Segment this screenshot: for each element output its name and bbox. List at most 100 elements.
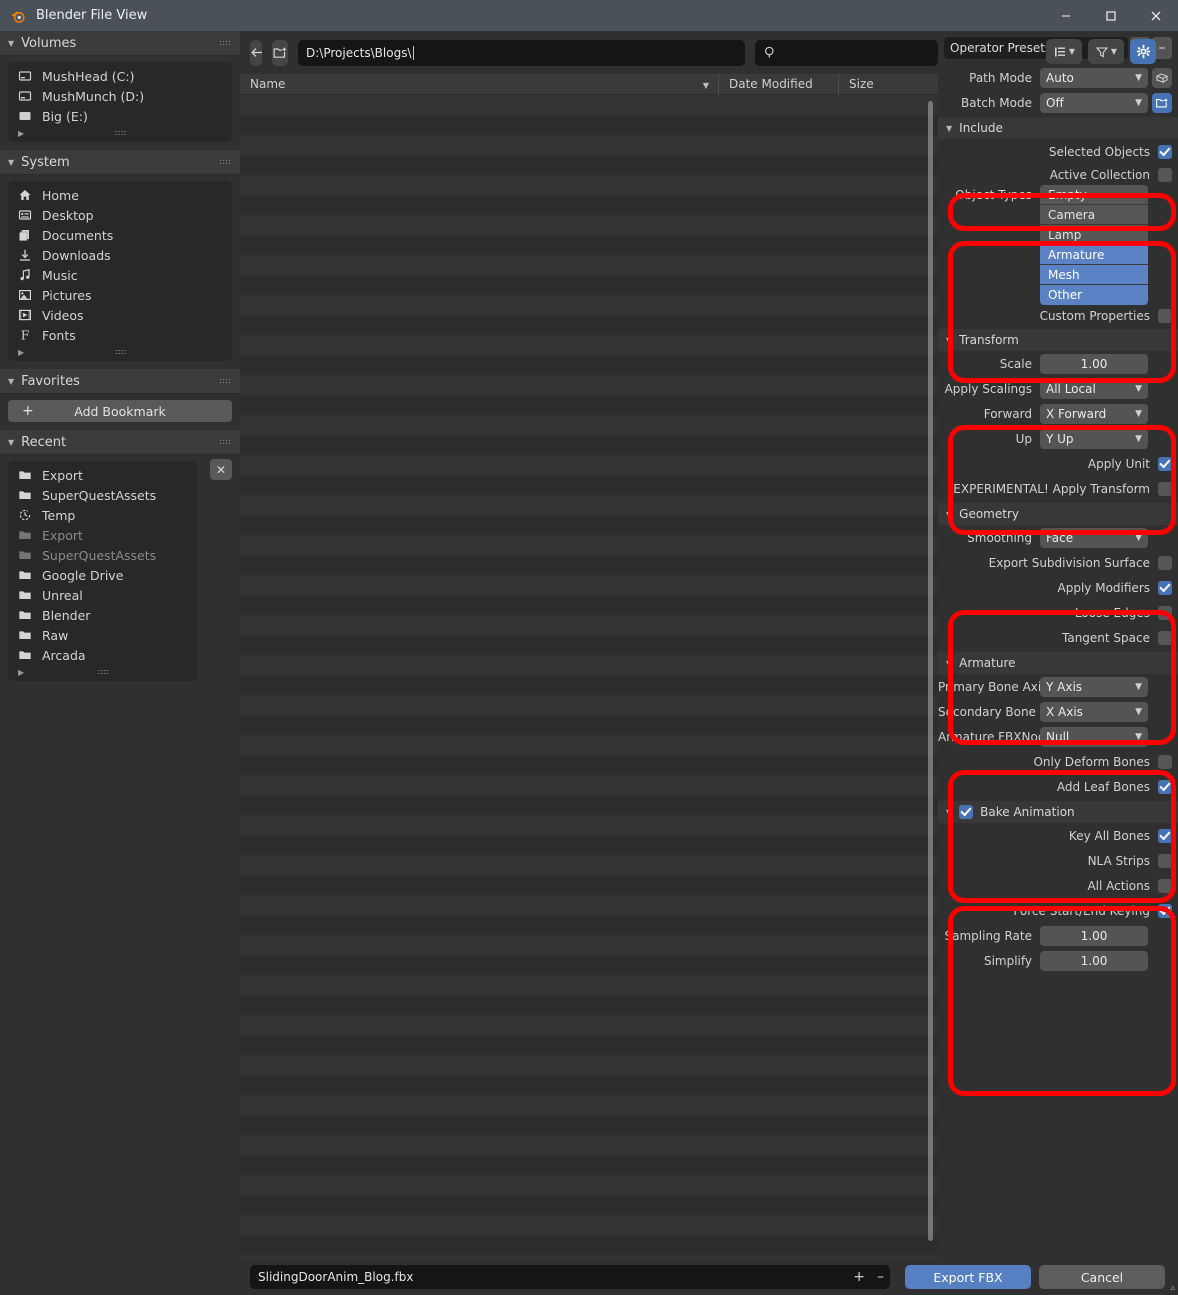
section-header-armature[interactable]: ▼ Armature <box>938 652 1178 674</box>
active-collection-checkbox[interactable] <box>1158 167 1172 182</box>
drag-grip-icon[interactable] <box>219 439 230 446</box>
table-row[interactable] <box>240 1055 938 1075</box>
back-button[interactable] <box>250 39 262 66</box>
window-resize-grip-icon[interactable]: ▵ <box>1170 1283 1175 1293</box>
table-row[interactable] <box>240 1075 938 1095</box>
sidebar-item-documents[interactable]: Documents <box>8 225 232 245</box>
filename-input[interactable]: SlidingDoorAnim_Blog.fbx + – <box>250 1265 890 1289</box>
resize-grip-icon[interactable] <box>97 669 109 676</box>
object-type-mesh[interactable]: Mesh <box>1040 265 1148 285</box>
table-row[interactable] <box>240 835 938 855</box>
tangent-space-checkbox[interactable] <box>1158 630 1172 645</box>
table-row[interactable] <box>240 135 938 155</box>
file-list[interactable] <box>240 95 938 1259</box>
scale-value-field[interactable]: 1.00 <box>1040 353 1148 374</box>
table-row[interactable] <box>240 215 938 235</box>
table-row[interactable] <box>240 235 938 255</box>
batch-mode-dropdown[interactable]: Off ▼ <box>1040 92 1148 113</box>
list-item[interactable]: Google Drive <box>8 565 198 585</box>
table-row[interactable] <box>240 895 938 915</box>
only-deform-bones-checkbox[interactable] <box>1158 754 1172 769</box>
sidebar-section-volumes-header[interactable]: ▼ Volumes <box>0 31 240 56</box>
table-row[interactable] <box>240 435 938 455</box>
object-type-other[interactable]: Other <box>1040 285 1148 305</box>
table-row[interactable] <box>240 295 938 315</box>
table-row[interactable] <box>240 1135 938 1155</box>
table-row[interactable] <box>240 675 938 695</box>
apply-transform-checkbox[interactable] <box>1158 481 1172 496</box>
table-row[interactable] <box>240 875 938 895</box>
table-row[interactable] <box>240 1235 938 1255</box>
cancel-button[interactable]: Cancel <box>1039 1265 1165 1289</box>
list-item[interactable]: Export <box>8 465 198 485</box>
table-row[interactable] <box>240 375 938 395</box>
sidebar-item-mushmunch-d[interactable]: MushMunch (D:) <box>8 86 232 106</box>
table-row[interactable] <box>240 1175 938 1195</box>
filter-dropdown[interactable]: ▼ <box>1088 39 1124 64</box>
file-list-scrollbar[interactable] <box>928 101 933 1241</box>
sidebar-item-pictures[interactable]: Pictures <box>8 285 232 305</box>
resize-grip-icon[interactable] <box>114 349 126 356</box>
object-type-empty[interactable]: Empty <box>1040 185 1148 205</box>
smoothing-dropdown[interactable]: Face ▼ <box>1040 527 1148 548</box>
table-row[interactable] <box>240 935 938 955</box>
table-row[interactable] <box>240 795 938 815</box>
drag-grip-icon[interactable] <box>219 378 230 385</box>
apply-modifiers-checkbox[interactable] <box>1158 580 1172 595</box>
key-all-bones-checkbox[interactable] <box>1158 828 1172 843</box>
list-item[interactable]: SuperQuestAssets <box>8 545 198 565</box>
table-row[interactable] <box>240 155 938 175</box>
minimize-button[interactable] <box>1043 0 1088 31</box>
maximize-button[interactable] <box>1088 0 1133 31</box>
bake-animation-checkbox[interactable] <box>959 805 974 819</box>
embed-textures-button[interactable] <box>1152 67 1172 88</box>
table-row[interactable] <box>240 255 938 275</box>
column-header-name[interactable]: Name ▼ <box>240 74 718 95</box>
apply-unit-checkbox[interactable] <box>1158 456 1172 471</box>
column-header-size[interactable]: Size <box>838 73 928 95</box>
forward-dropdown[interactable]: X Forward ▼ <box>1040 403 1148 424</box>
search-input[interactable] <box>755 39 938 66</box>
table-row[interactable] <box>240 955 938 975</box>
table-row[interactable] <box>240 915 938 935</box>
table-row[interactable] <box>240 455 938 475</box>
up-dropdown[interactable]: Y Up ▼ <box>1040 428 1148 449</box>
sidebar-item-downloads[interactable]: Downloads <box>8 245 232 265</box>
section-header-bake-animation[interactable]: ▼ Bake Animation <box>938 801 1178 823</box>
section-header-transform[interactable]: ▼ Transform <box>938 329 1178 351</box>
table-row[interactable] <box>240 1035 938 1055</box>
drag-grip-icon[interactable] <box>219 159 230 166</box>
table-row[interactable] <box>240 615 938 635</box>
sidebar-item-desktop[interactable]: Desktop <box>8 205 232 225</box>
expand-arrow-icon[interactable]: ▶ <box>18 129 24 138</box>
export-fbx-button[interactable]: Export FBX <box>905 1265 1031 1289</box>
table-row[interactable] <box>240 555 938 575</box>
table-row[interactable] <box>240 1115 938 1135</box>
simplify-field[interactable]: 1.00 <box>1040 950 1148 971</box>
table-row[interactable] <box>240 815 938 835</box>
list-item[interactable]: SuperQuestAssets <box>8 485 198 505</box>
table-row[interactable] <box>240 1015 938 1035</box>
column-header-date-modified[interactable]: Date Modified <box>718 73 838 95</box>
table-row[interactable] <box>240 195 938 215</box>
sidebar-item-fonts[interactable]: F Fonts <box>8 325 232 345</box>
display-mode-dropdown[interactable]: ▼ <box>1046 39 1082 64</box>
list-item[interactable]: Raw <box>8 625 198 645</box>
sort-descending-icon[interactable]: ▼ <box>703 81 709 90</box>
list-item[interactable]: Export <box>8 525 198 545</box>
batch-own-dir-button[interactable] <box>1152 92 1172 113</box>
drag-grip-icon[interactable] <box>219 40 230 47</box>
new-folder-button[interactable] <box>272 39 288 66</box>
primary-bone-axis-dropdown[interactable]: Y Axis ▼ <box>1040 676 1148 697</box>
list-item[interactable]: Blender <box>8 605 198 625</box>
loose-edges-checkbox[interactable] <box>1158 605 1172 620</box>
path-mode-dropdown[interactable]: Auto ▼ <box>1040 67 1148 88</box>
table-row[interactable] <box>240 1095 938 1115</box>
apply-scalings-dropdown[interactable]: All Local ▼ <box>1040 378 1148 399</box>
clear-recent-button[interactable]: ✕ <box>210 459 232 480</box>
list-item[interactable]: Unreal <box>8 585 198 605</box>
selected-objects-checkbox[interactable] <box>1158 144 1172 159</box>
secondary-bone-axis-dropdown[interactable]: X Axis ▼ <box>1040 701 1148 722</box>
table-row[interactable] <box>240 775 938 795</box>
table-row[interactable] <box>240 275 938 295</box>
